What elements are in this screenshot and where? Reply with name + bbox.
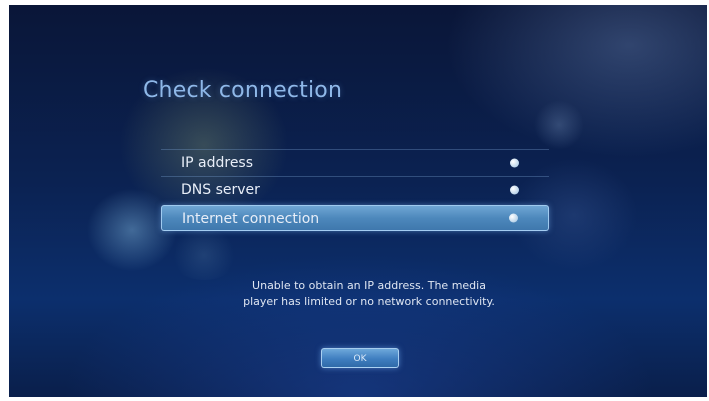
check-item-internet-connection[interactable]: Internet connection bbox=[161, 205, 549, 231]
connection-check-list: IP address DNS server Internet connectio… bbox=[161, 149, 549, 231]
check-item-label: Internet connection bbox=[182, 211, 320, 227]
check-item-dns-server[interactable]: DNS server bbox=[161, 176, 549, 203]
bokeh-light bbox=[534, 100, 584, 150]
check-icon bbox=[510, 185, 519, 195]
check-item-ip-address[interactable]: IP address bbox=[161, 149, 549, 176]
status-message: Unable to obtain an IP address. The medi… bbox=[214, 278, 524, 310]
bokeh-light bbox=[169, 230, 239, 280]
status-message-line: Unable to obtain an IP address. The medi… bbox=[252, 279, 486, 292]
status-message-line: player has limited or no network connect… bbox=[243, 295, 495, 308]
check-item-label: IP address bbox=[181, 155, 254, 171]
page-title: Check connection bbox=[143, 78, 343, 103]
check-item-label: DNS server bbox=[181, 182, 260, 198]
check-icon bbox=[509, 213, 518, 223]
check-icon bbox=[510, 158, 519, 168]
ok-button[interactable]: OK bbox=[321, 348, 399, 368]
tv-screen: Check connection IP address DNS server I… bbox=[9, 5, 707, 397]
